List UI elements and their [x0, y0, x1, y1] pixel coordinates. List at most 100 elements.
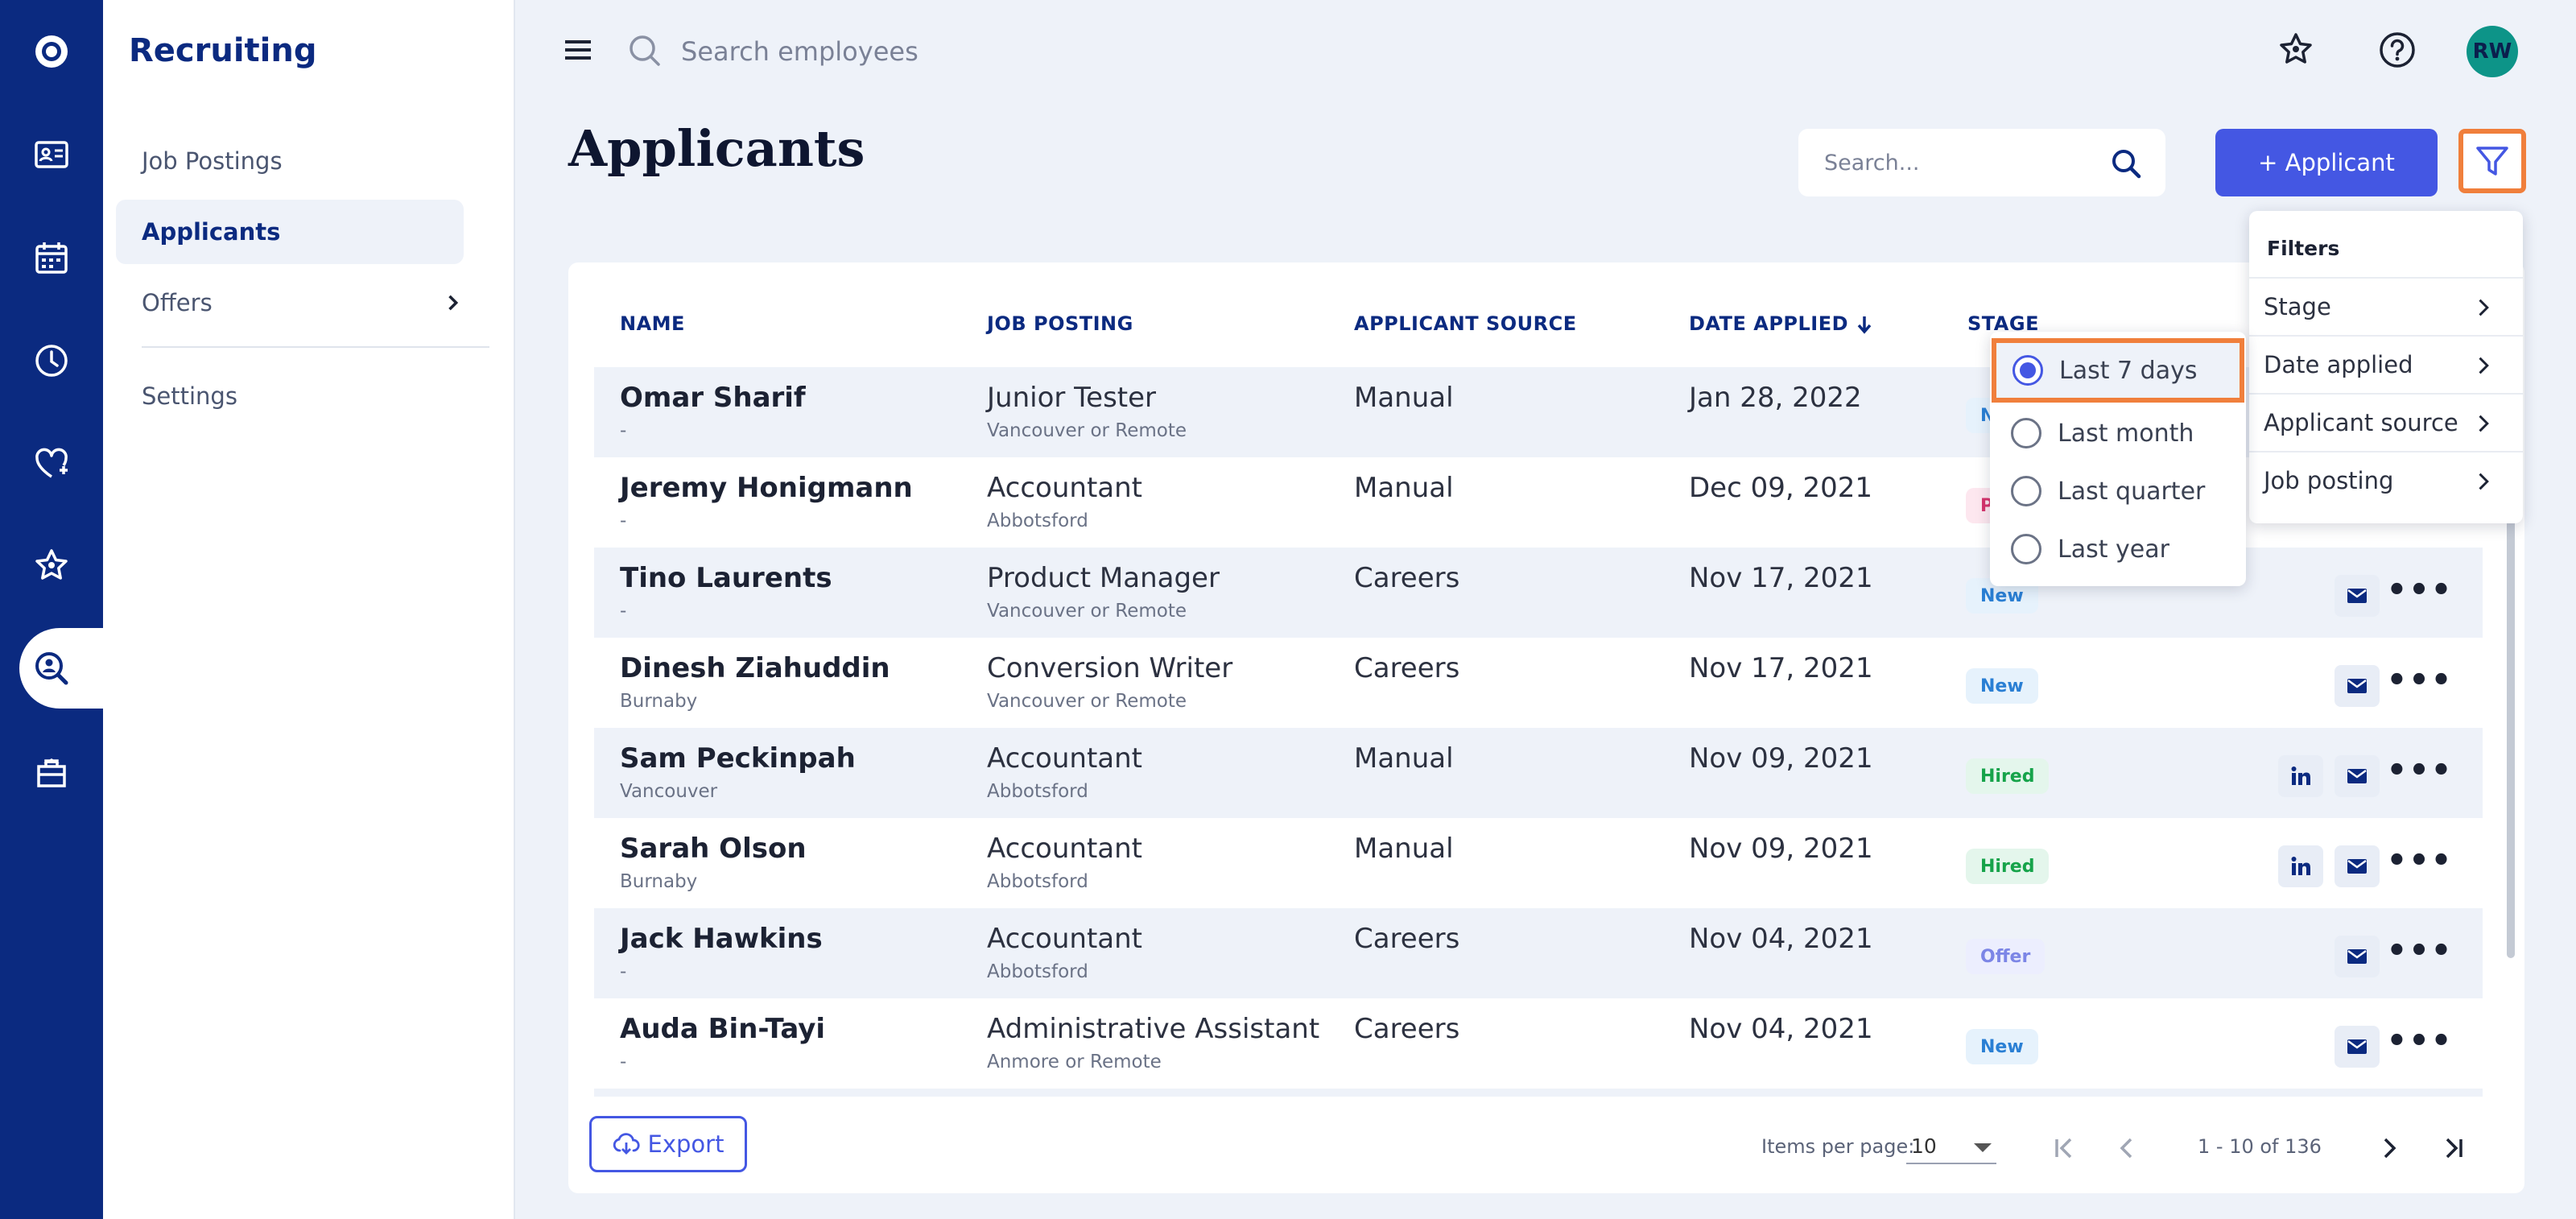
more-actions-button[interactable]: •••	[2387, 1025, 2452, 1068]
search-icon	[630, 35, 660, 66]
email-button[interactable]	[2334, 665, 2380, 707]
applicant-source: Manual	[1354, 382, 1454, 414]
column-header-label: DATE APPLIED	[1689, 312, 1849, 335]
date-applied: Nov 17, 2021	[1689, 652, 1873, 684]
subnav-item-settings[interactable]: Settings	[116, 364, 464, 428]
radio-unselected-icon	[2011, 534, 2041, 564]
chevron-right-icon	[2479, 299, 2489, 316]
export-button[interactable]: Export	[589, 1116, 747, 1172]
applicant-name[interactable]: Dinesh Ziahuddin	[620, 652, 890, 684]
applicant-name[interactable]: Sam Peckinpah	[620, 742, 856, 775]
chevron-right-icon	[2384, 1138, 2396, 1159]
applicant-name[interactable]: Omar Sharif	[620, 382, 806, 414]
date-option-last-month[interactable]: Last month	[2000, 404, 2238, 462]
rail-item-performance[interactable]	[0, 525, 103, 605]
date-applied: Dec 09, 2021	[1689, 472, 1873, 504]
filter-item-job-posting[interactable]: Job posting	[2249, 451, 2523, 509]
column-header-applicant-source[interactable]: APPLICANT SOURCE	[1354, 312, 1577, 335]
column-header-job-posting[interactable]: JOB POSTING	[987, 312, 1133, 335]
email-button[interactable]	[2334, 755, 2380, 797]
email-button[interactable]	[2334, 936, 2380, 977]
applicant-name[interactable]: Auda Bin-Tayi	[620, 1013, 825, 1045]
more-dots-icon: •••	[2386, 1023, 2454, 1060]
date-option-last-7-days[interactable]: Last 7 days	[1992, 338, 2244, 403]
help-icon	[2380, 32, 2415, 68]
help-button[interactable]	[2375, 27, 2420, 72]
hamburger-menu-icon[interactable]	[560, 32, 596, 68]
stage-badge: Hired	[1966, 849, 2050, 884]
applicant-name[interactable]: Jack Hawkins	[620, 923, 823, 955]
subnav-divider	[142, 346, 489, 348]
subnav-item-applicants[interactable]: Applicants	[116, 200, 464, 264]
more-actions-button[interactable]: •••	[2387, 574, 2452, 617]
table-row[interactable]: Sarah Olson Burnaby Accountant Abbotsfor…	[594, 818, 2483, 908]
job-posting-title: Accountant	[987, 472, 1142, 504]
subnav-item-label: Offers	[142, 289, 213, 316]
search-icon[interactable]	[2109, 147, 2143, 180]
favorites-button[interactable]	[2273, 27, 2318, 72]
more-actions-button[interactable]: •••	[2387, 935, 2452, 977]
linkedin-button[interactable]	[2278, 845, 2323, 887]
employee-search-input[interactable]	[681, 29, 1245, 74]
date-applied: Nov 04, 2021	[1689, 1013, 1873, 1045]
sort-descending-icon	[1857, 316, 1872, 334]
filter-item-date-applied[interactable]: Date applied	[2249, 335, 2523, 393]
linkedin-icon	[2291, 857, 2310, 875]
pagination-range: 1 - 10 of 136	[2198, 1135, 2322, 1158]
applicant-source: Careers	[1354, 652, 1460, 684]
job-posting-title: Conversion Writer	[987, 652, 1233, 684]
table-row[interactable]: Auda Bin-Tayi - Administrative Assistant…	[594, 998, 2483, 1089]
column-header-name[interactable]: NAME	[620, 312, 685, 335]
date-applied: Nov 04, 2021	[1689, 923, 1873, 955]
column-header-date-applied[interactable]: DATE APPLIED	[1689, 312, 1876, 336]
more-actions-button[interactable]: •••	[2387, 664, 2452, 707]
previous-page-button[interactable]	[2107, 1129, 2146, 1167]
chevron-right-icon	[2479, 473, 2489, 490]
applicant-name[interactable]: Jeremy Honigmann	[620, 472, 913, 504]
job-posting-title: Product Manager	[987, 562, 1220, 594]
app-logo-icon	[35, 35, 68, 68]
more-actions-button[interactable]: •••	[2387, 754, 2452, 797]
linkedin-icon	[2291, 767, 2310, 785]
applicant-source: Manual	[1354, 472, 1454, 504]
rail-item-time[interactable]	[0, 320, 103, 401]
rail-item-recruiting[interactable]	[19, 628, 103, 709]
table-row[interactable]: Jack Hawkins - Accountant Abbotsford Car…	[594, 908, 2483, 998]
date-option-last-year[interactable]: Last year	[2000, 520, 2238, 578]
rail-logo[interactable]	[0, 11, 103, 92]
rail-item-people[interactable]	[0, 114, 103, 195]
date-applied: Nov 17, 2021	[1689, 562, 1873, 594]
filter-item-label: Stage	[2264, 293, 2331, 320]
user-avatar[interactable]: RW	[2467, 26, 2518, 77]
last-page-button[interactable]	[2434, 1129, 2473, 1167]
applicant-location: Burnaby	[620, 691, 698, 712]
date-option-last-quarter[interactable]: Last quarter	[2000, 462, 2238, 520]
more-actions-button[interactable]: •••	[2387, 845, 2452, 887]
toolbox-icon	[37, 758, 66, 787]
rail-item-calendar[interactable]	[0, 217, 103, 298]
email-button[interactable]	[2334, 845, 2380, 887]
applicant-name[interactable]: Tino Laurents	[620, 562, 832, 594]
rail-item-benefits[interactable]	[0, 424, 103, 504]
filter-item-stage[interactable]: Stage	[2249, 277, 2523, 335]
subnav-item-offers[interactable]: Offers	[116, 271, 464, 335]
email-button[interactable]	[2334, 1026, 2380, 1068]
rail-item-tools[interactable]	[0, 733, 103, 813]
next-page-button[interactable]	[2370, 1129, 2409, 1167]
clock-icon	[35, 345, 68, 377]
applicant-name[interactable]: Sarah Olson	[620, 833, 807, 865]
table-row[interactable]: Dinesh Ziahuddin Burnaby Conversion Writ…	[594, 638, 2483, 728]
applicant-location: -	[620, 420, 627, 441]
filter-item-label: Applicant source	[2264, 409, 2458, 436]
email-button[interactable]	[2334, 575, 2380, 617]
add-applicant-button[interactable]: + Applicant	[2215, 129, 2438, 196]
applicant-search-input[interactable]	[1824, 145, 2098, 180]
first-page-button[interactable]	[2045, 1129, 2083, 1167]
filter-item-applicant-source[interactable]: Applicant source	[2249, 393, 2523, 451]
filter-button[interactable]	[2458, 129, 2526, 193]
subnav-item-job-postings[interactable]: Job Postings	[116, 129, 464, 193]
cloud-download-icon	[613, 1133, 640, 1155]
linkedin-button[interactable]	[2278, 755, 2323, 797]
table-row[interactable]: Sam Peckinpah Vancouver Accountant Abbot…	[594, 728, 2483, 818]
items-per-page-select[interactable]: 10	[1906, 1129, 1996, 1164]
